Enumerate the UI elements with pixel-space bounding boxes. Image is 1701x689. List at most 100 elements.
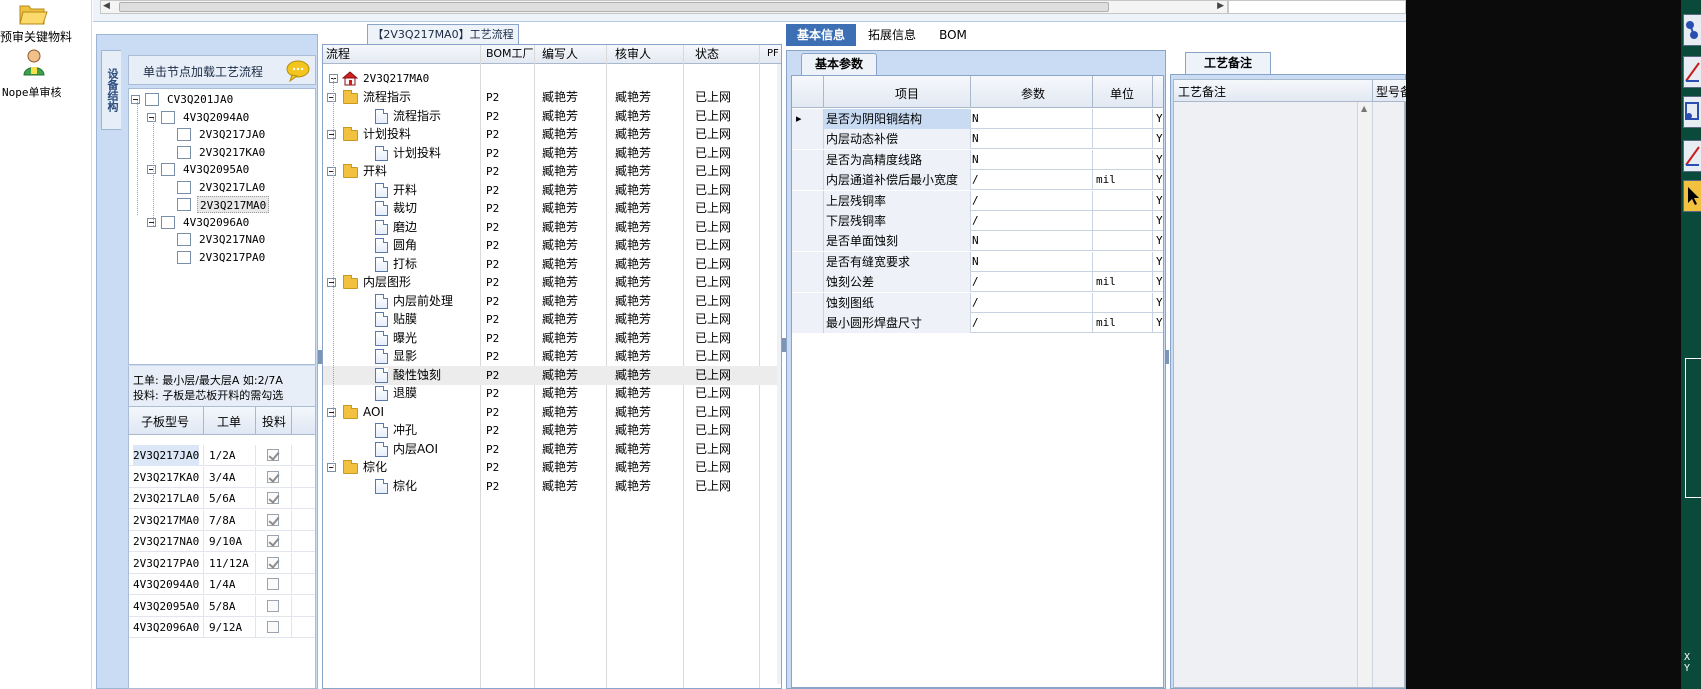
sub-table-row[interactable]: 2V3Q217MA0 7/8A <box>129 509 315 531</box>
flow-row[interactable]: 内层前处理 P2 臧艳芳 臧艳芳 已上网 <box>323 292 777 311</box>
node-icon[interactable] <box>1683 96 1701 128</box>
tree-node[interactable]: 2V3Q217MA0 <box>129 196 315 213</box>
flow-row[interactable]: 开料 P2 臧艳芳 臧艳芳 已上网 <box>323 162 777 181</box>
collapse-icon[interactable] <box>327 463 336 472</box>
splitter-handle[interactable] <box>1165 350 1169 364</box>
col-header-bom[interactable]: BOM工厂 <box>486 45 534 63</box>
param-row[interactable]: 内层动态补偿 N Y <box>792 129 1163 150</box>
tree-node[interactable]: 2V3Q217LA0 <box>129 179 315 196</box>
param-value-cell[interactable]: / <box>972 170 979 190</box>
sub-table-row[interactable]: 2V3Q217PA0 11/12A <box>129 552 315 574</box>
col-header-param[interactable]: 参数 <box>1021 85 1045 102</box>
feed-checkbox[interactable] <box>267 535 279 547</box>
collapse-icon[interactable] <box>131 95 140 104</box>
param-value-cell[interactable]: N <box>972 252 979 272</box>
param-value-cell[interactable]: / <box>972 313 979 333</box>
collapse-icon[interactable] <box>327 130 336 139</box>
flow-row[interactable]: 贴膜 P2 臧艳芳 臧艳芳 已上网 <box>323 310 777 329</box>
collapse-icon[interactable] <box>327 93 336 102</box>
col-header-item[interactable]: 项目 <box>895 85 919 102</box>
col-header-remark[interactable]: 工艺备注 <box>1178 83 1226 100</box>
flow-row[interactable]: 计划投料 P2 臧艳芳 臧艳芳 已上网 <box>323 144 777 163</box>
pointer-icon[interactable] <box>1683 180 1701 212</box>
tree-node[interactable]: 2V3Q217PA0 <box>129 249 315 266</box>
param-row[interactable]: 是否为高精度线路 N Y <box>792 149 1163 170</box>
flow-row[interactable]: 裁切 P2 臧艳芳 臧艳芳 已上网 <box>323 199 777 218</box>
col-header-flow[interactable]: 流程 <box>326 45 350 63</box>
flow-row[interactable]: 冲孔 P2 臧艳芳 臧艳芳 已上网 <box>323 421 777 440</box>
flow-row[interactable]: 内层图形 P2 臧艳芳 臧艳芳 已上网 <box>323 273 777 292</box>
tree-node[interactable]: 2V3Q217KA0 <box>129 144 315 161</box>
flow-row[interactable]: 打标 P2 臧艳芳 臧艳芳 已上网 <box>323 255 777 274</box>
connector-icon[interactable] <box>1683 14 1701 46</box>
collapse-icon[interactable] <box>327 407 336 417</box>
flow-row[interactable]: 内层AOI P2 臧艳芳 臧艳芳 已上网 <box>323 440 777 459</box>
feed-checkbox[interactable] <box>267 449 279 461</box>
param-value-cell[interactable]: N <box>972 109 979 129</box>
param-row[interactable]: 最小圆形焊盘尺寸 / mil Y <box>792 313 1163 333</box>
col-header-feed[interactable]: 投料 <box>262 413 286 430</box>
flow-root-row[interactable]: 2V3Q217MA0 <box>323 69 781 88</box>
col-header-order[interactable]: 工单 <box>217 413 241 430</box>
param-value-cell[interactable]: / <box>972 211 979 231</box>
feed-checkbox[interactable] <box>267 556 279 569</box>
collapse-icon[interactable] <box>147 217 156 227</box>
flow-row[interactable]: 退膜 P2 臧艳芳 臧艳芳 已上网 <box>323 384 777 403</box>
feed-checkbox[interactable] <box>267 492 279 504</box>
flow-row[interactable]: 酸性蚀刻 P2 臧艳芳 臧艳芳 已上网 <box>323 365 777 385</box>
tree-node[interactable]: 4V3Q2094A0 <box>129 109 315 126</box>
param-row[interactable]: 内层通道补偿后最小宽度 / mil Y <box>792 170 1163 191</box>
sub-table-row[interactable]: 2V3Q217NA0 9/10A <box>129 531 315 552</box>
param-row[interactable]: ▸ 是否为阴阳铜结构 N Y <box>792 109 1163 129</box>
feed-checkbox[interactable] <box>267 599 279 612</box>
side-tab-structure[interactable]: 设备结构 <box>101 50 121 130</box>
launcher-item-nope-review[interactable]: Nope单审核 <box>0 48 92 99</box>
col-header-unit[interactable]: 单位 <box>1110 85 1134 102</box>
line-icon[interactable] <box>1683 56 1701 88</box>
sub-table-row[interactable]: 2V3Q217LA0 5/6A <box>129 488 315 509</box>
collapse-icon[interactable] <box>147 112 156 122</box>
flow-row[interactable]: 棕化 P2 臧艳芳 臧艳芳 已上网 <box>323 477 777 496</box>
flow-row[interactable]: 流程指示 P2 臧艳芳 臧艳芳 已上网 <box>323 88 777 107</box>
flow-row[interactable]: 显影 P2 臧艳芳 臧艳芳 已上网 <box>323 347 777 366</box>
remarks-tab[interactable]: 工艺备注 <box>1185 52 1271 74</box>
param-row[interactable]: 上层残铜率 / Y <box>792 190 1163 211</box>
flow-row[interactable]: 曝光 P2 臧艳芳 臧艳芳 已上网 <box>323 329 777 348</box>
col-header-reviewer[interactable]: 核审人 <box>615 45 651 63</box>
flow-row[interactable]: 流程指示 P2 臧艳芳 臧艳芳 已上网 <box>323 107 777 126</box>
param-row[interactable]: 蚀刻图纸 / Y <box>792 292 1163 313</box>
sub-table-row[interactable]: 2V3Q217KA0 3/4A <box>129 466 315 488</box>
sub-table-row[interactable]: 4V3Q2096A0 9/12A <box>129 617 315 638</box>
sub-table-row[interactable]: 4V3Q2094A0 1/4A <box>129 574 315 595</box>
tree-node[interactable]: 4V3Q2096A0 <box>129 214 315 231</box>
scroll-up-icon[interactable]: ▲ <box>1361 104 1367 113</box>
scroll-right-icon[interactable]: ▶ <box>1217 1 1224 11</box>
col-header-status[interactable]: 状态 <box>695 45 719 63</box>
feed-checkbox[interactable] <box>267 513 279 526</box>
tree-node[interactable]: 2V3Q217JA0 <box>129 126 315 143</box>
detail-subtab[interactable]: 基本参数 <box>801 53 877 75</box>
col-header-editor[interactable]: 编写人 <box>542 45 578 63</box>
sub-table-row[interactable]: 4V3Q2095A0 5/8A <box>129 595 315 617</box>
sub-table-row[interactable]: 2V3Q217JA0 1/2A <box>129 445 315 466</box>
param-row[interactable]: 是否单面蚀刻 N Y <box>792 231 1163 252</box>
collapse-icon[interactable] <box>147 165 156 174</box>
feed-checkbox[interactable] <box>267 578 279 590</box>
param-value-cell[interactable]: N <box>972 150 979 170</box>
param-row[interactable]: 下层残铜率 / Y <box>792 211 1163 231</box>
tab-basic-info[interactable]: 基本信息 <box>786 24 856 46</box>
remarks-scrollbar[interactable]: ▲ <box>1357 102 1371 687</box>
tab-extended-info[interactable]: 拓展信息 <box>858 24 926 46</box>
param-row[interactable]: 是否有缝宽要求 N Y <box>792 251 1163 272</box>
param-value-cell[interactable]: N <box>972 129 979 149</box>
launcher-item-preview-materials[interactable]: 预审关键物料 <box>0 0 92 46</box>
tree-node[interactable]: 4V3Q2095A0 <box>129 161 315 178</box>
scroll-thumb[interactable] <box>119 2 1109 12</box>
param-value-cell[interactable]: / <box>972 293 979 313</box>
horizontal-scrollbar[interactable]: ◀ ▶ <box>100 0 1228 14</box>
param-row[interactable]: 蚀刻公差 / mil Y <box>792 272 1163 293</box>
tab-bom[interactable]: BOM <box>928 24 978 46</box>
tree-node[interactable]: 2V3Q217NA0 <box>129 231 315 248</box>
scroll-left-icon[interactable]: ◀ <box>103 1 110 11</box>
tree-node[interactable]: CV3Q201JA0 <box>129 91 315 108</box>
